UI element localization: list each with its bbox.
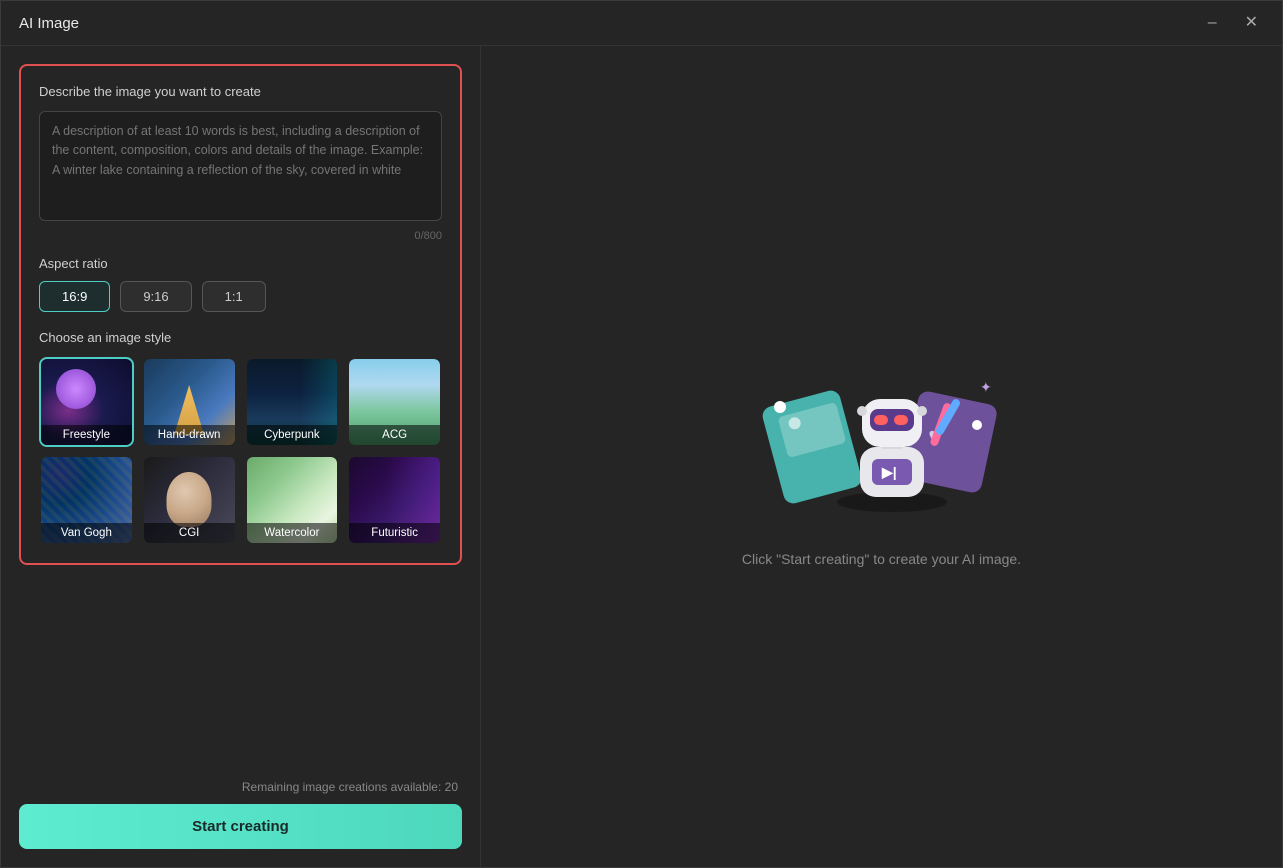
form-section: Describe the image you want to create 0/… [19, 64, 462, 565]
window-title: AI Image [19, 15, 79, 32]
style-name-watercolor: Watercolor [247, 523, 338, 543]
style-name-acg: ACG [349, 425, 440, 445]
start-creating-button[interactable]: Start creating [19, 804, 462, 849]
close-button[interactable]: ✕ [1239, 13, 1264, 33]
right-panel: ♥ ✦ ▶| [481, 46, 1282, 867]
style-item-hand-drawn[interactable]: Hand-drawn [142, 357, 237, 447]
robot-illustration: ♥ ✦ ▶| [752, 347, 1012, 527]
aspect-ratio-label: Aspect ratio [39, 256, 442, 271]
bottom-section: Remaining image creations available: 20 … [19, 766, 462, 849]
title-bar: AI Image ‒ ✕ [1, 1, 1282, 46]
style-item-freestyle[interactable]: Freestyle [39, 357, 134, 447]
style-item-futuristic[interactable]: Futuristic [347, 455, 442, 545]
aspect-btn-1-1[interactable]: 1:1 [202, 281, 266, 312]
style-grid: Freestyle Hand-drawn Cyberpunk ACG [39, 357, 442, 545]
title-bar-controls: ‒ ✕ [1202, 13, 1264, 33]
aspect-ratio-buttons: 16:9 9:16 1:1 [39, 281, 442, 312]
style-name-hand-drawn: Hand-drawn [144, 425, 235, 445]
left-panel: Describe the image you want to create 0/… [1, 46, 481, 867]
aspect-btn-16-9[interactable]: 16:9 [39, 281, 110, 312]
style-name-cgi: CGI [144, 523, 235, 543]
style-item-acg[interactable]: ACG [347, 357, 442, 447]
style-item-watercolor[interactable]: Watercolor [245, 455, 340, 545]
ai-image-window: AI Image ‒ ✕ Describe the image you want… [0, 0, 1283, 868]
description-input[interactable] [39, 111, 442, 221]
remaining-text: Remaining image creations available: 20 [19, 780, 462, 794]
main-content: Describe the image you want to create 0/… [1, 46, 1282, 867]
style-label: Choose an image style [39, 330, 442, 345]
style-name-van-gogh: Van Gogh [41, 523, 132, 543]
style-name-freestyle: Freestyle [41, 425, 132, 445]
hint-text: Click "Start creating" to create your AI… [742, 551, 1021, 567]
describe-label: Describe the image you want to create [39, 84, 442, 99]
svg-text:✦: ✦ [980, 379, 992, 395]
style-item-van-gogh[interactable]: Van Gogh [39, 455, 134, 545]
char-count: 0/800 [39, 230, 442, 242]
style-name-cyberpunk: Cyberpunk [247, 425, 338, 445]
svg-text:▶|: ▶| [881, 464, 897, 480]
style-name-futuristic: Futuristic [349, 523, 440, 543]
style-item-cyberpunk[interactable]: Cyberpunk [245, 357, 340, 447]
minimize-button[interactable]: ‒ [1202, 13, 1223, 33]
aspect-btn-9-16[interactable]: 9:16 [120, 281, 191, 312]
style-item-cgi[interactable]: CGI [142, 455, 237, 545]
robot-svg: ♥ ✦ ▶| [752, 347, 1012, 527]
